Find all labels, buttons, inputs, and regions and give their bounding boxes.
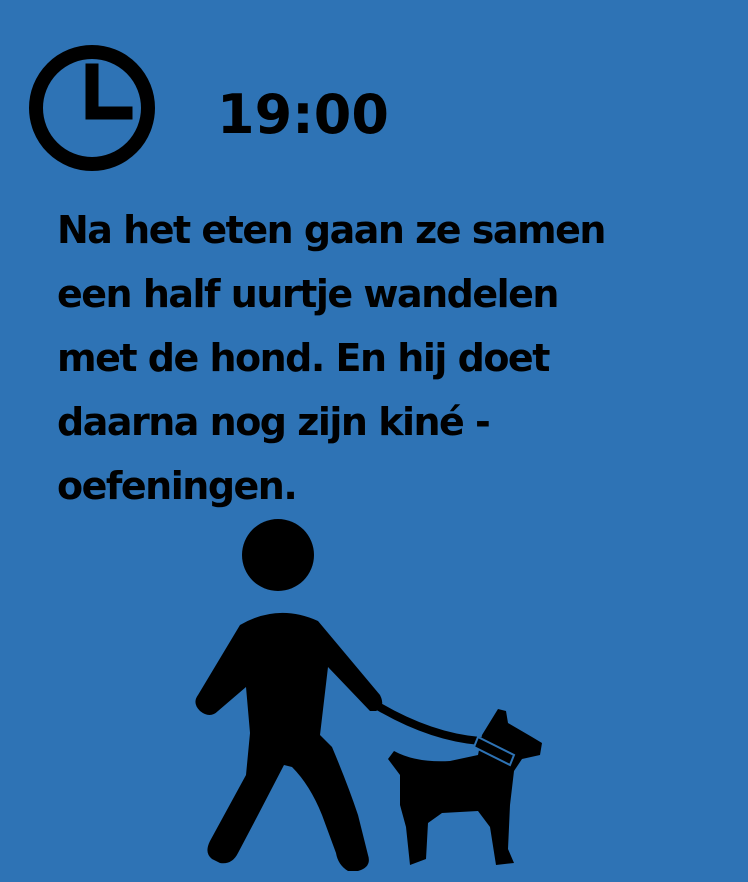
story-line: daarna nog zijn kiné - <box>57 400 491 444</box>
story-line: Na het eten gaan ze samen <box>57 208 606 252</box>
time-label: 19:00 <box>217 83 389 146</box>
story-line: oefeningen. <box>57 464 298 508</box>
story-text: Na het eten gaan ze samen een half uurtj… <box>57 198 697 510</box>
story-line: een half uurtje wandelen <box>57 272 559 316</box>
person-walking-dog-icon <box>195 519 542 871</box>
story-line: met de hond. En hij doet <box>57 336 550 380</box>
activity-card: 19:00 Na het eten gaan ze samen een half… <box>0 0 748 882</box>
clock-icon <box>29 45 155 171</box>
